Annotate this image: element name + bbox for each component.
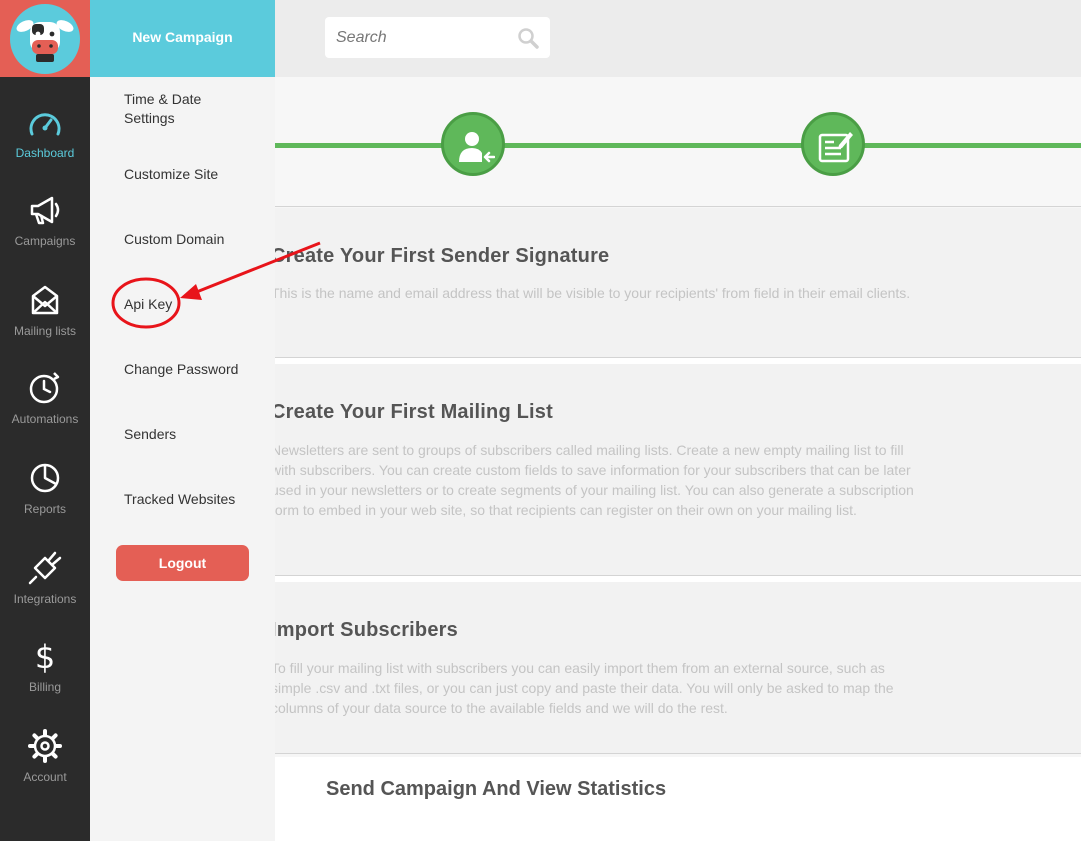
submenu-item-customize-site[interactable]: Customize Site <box>124 165 254 184</box>
submenu-item-time-date-settings[interactable]: Time & Date Settings <box>124 90 254 128</box>
logout-button[interactable]: Logout <box>116 545 249 581</box>
rail-label-campaigns: Campaigns <box>14 234 76 248</box>
rail-item-dashboard[interactable]: Dashboard <box>0 108 90 198</box>
rail-item-reports[interactable]: Reports <box>0 460 90 550</box>
envelope-icon <box>31 285 59 315</box>
search-box <box>325 17 550 58</box>
step-mailing-list[interactable] <box>801 112 865 176</box>
user-import-icon <box>459 132 495 163</box>
rail-label-automations: Automations <box>11 412 79 426</box>
plug-icon <box>28 551 62 585</box>
submenu-item-api-key[interactable]: Api Key <box>124 295 254 314</box>
account-submenu: New Campaign Time & Date Settings Custom… <box>90 0 275 841</box>
rail-label-billing: Billing <box>28 680 61 694</box>
rail-item-billing[interactable]: $ Billing <box>0 638 90 728</box>
edit-list-icon <box>818 132 853 163</box>
submenu-item-custom-domain[interactable]: Custom Domain <box>124 230 254 249</box>
rail-label-account: Account <box>23 770 67 784</box>
rail-item-integrations[interactable]: Integrations <box>0 550 90 640</box>
new-campaign-button[interactable]: New Campaign <box>90 0 275 77</box>
icon-rail: Dashboard Campaigns Mailing lists Automa… <box>0 0 90 841</box>
search-icon[interactable] <box>517 27 539 49</box>
submenu-item-senders[interactable]: Senders <box>124 425 254 444</box>
gauge-icon <box>29 113 61 136</box>
cow-logo-icon[interactable] <box>10 4 80 74</box>
rail-item-mailing-lists[interactable]: Mailing lists <box>0 282 90 372</box>
section-sender-signature: Create Your First Sender Signature This … <box>275 208 1081 358</box>
progress-line <box>275 143 1081 148</box>
section-description: This is the name and email address that … <box>275 285 911 301</box>
step-sender-signature[interactable] <box>441 112 505 176</box>
rail-item-account[interactable]: Account <box>0 728 90 818</box>
section-title: Create Your First Sender Signature <box>275 245 610 267</box>
rail-item-automations[interactable]: Automations <box>0 370 90 460</box>
onboarding-progress <box>275 77 1081 207</box>
rail-label-reports: Reports <box>23 502 67 516</box>
rail-item-campaigns[interactable]: Campaigns <box>0 192 90 282</box>
section-mailing-list: Create Your First Mailing List Newslette… <box>275 364 1081 576</box>
section-import-subscribers: Import Subscribers To fill your mailing … <box>275 582 1081 754</box>
search-input[interactable] <box>325 17 515 58</box>
section-title: Import Subscribers <box>275 619 458 641</box>
section-send-campaign: Send Campaign And View Statistics <box>275 757 1081 841</box>
svg-text:$: $ <box>35 638 55 674</box>
gear-icon <box>28 729 62 763</box>
submenu-item-tracked-websites[interactable]: Tracked Websites <box>124 490 254 509</box>
top-bar <box>275 0 1081 77</box>
main-content: Create Your First Sender Signature This … <box>275 77 1081 841</box>
section-description: Newsletters are sent to groups of subscr… <box>275 442 914 518</box>
megaphone-icon <box>30 196 60 225</box>
rail-label-integrations: Integrations <box>13 592 77 606</box>
section-title: Send Campaign And View Statistics <box>326 778 667 800</box>
clock-icon <box>29 372 60 404</box>
section-title: Create Your First Mailing List <box>275 401 553 423</box>
rail-label-mailing-lists: Mailing lists <box>13 324 76 338</box>
section-description: To fill your mailing list with subscribe… <box>275 660 894 716</box>
pie-chart-icon <box>30 463 60 493</box>
submenu-item-change-password[interactable]: Change Password <box>124 360 254 379</box>
logo-box <box>0 0 90 77</box>
rail-label-dashboard: Dashboard <box>15 146 75 160</box>
dollar-icon: $ <box>35 638 55 674</box>
